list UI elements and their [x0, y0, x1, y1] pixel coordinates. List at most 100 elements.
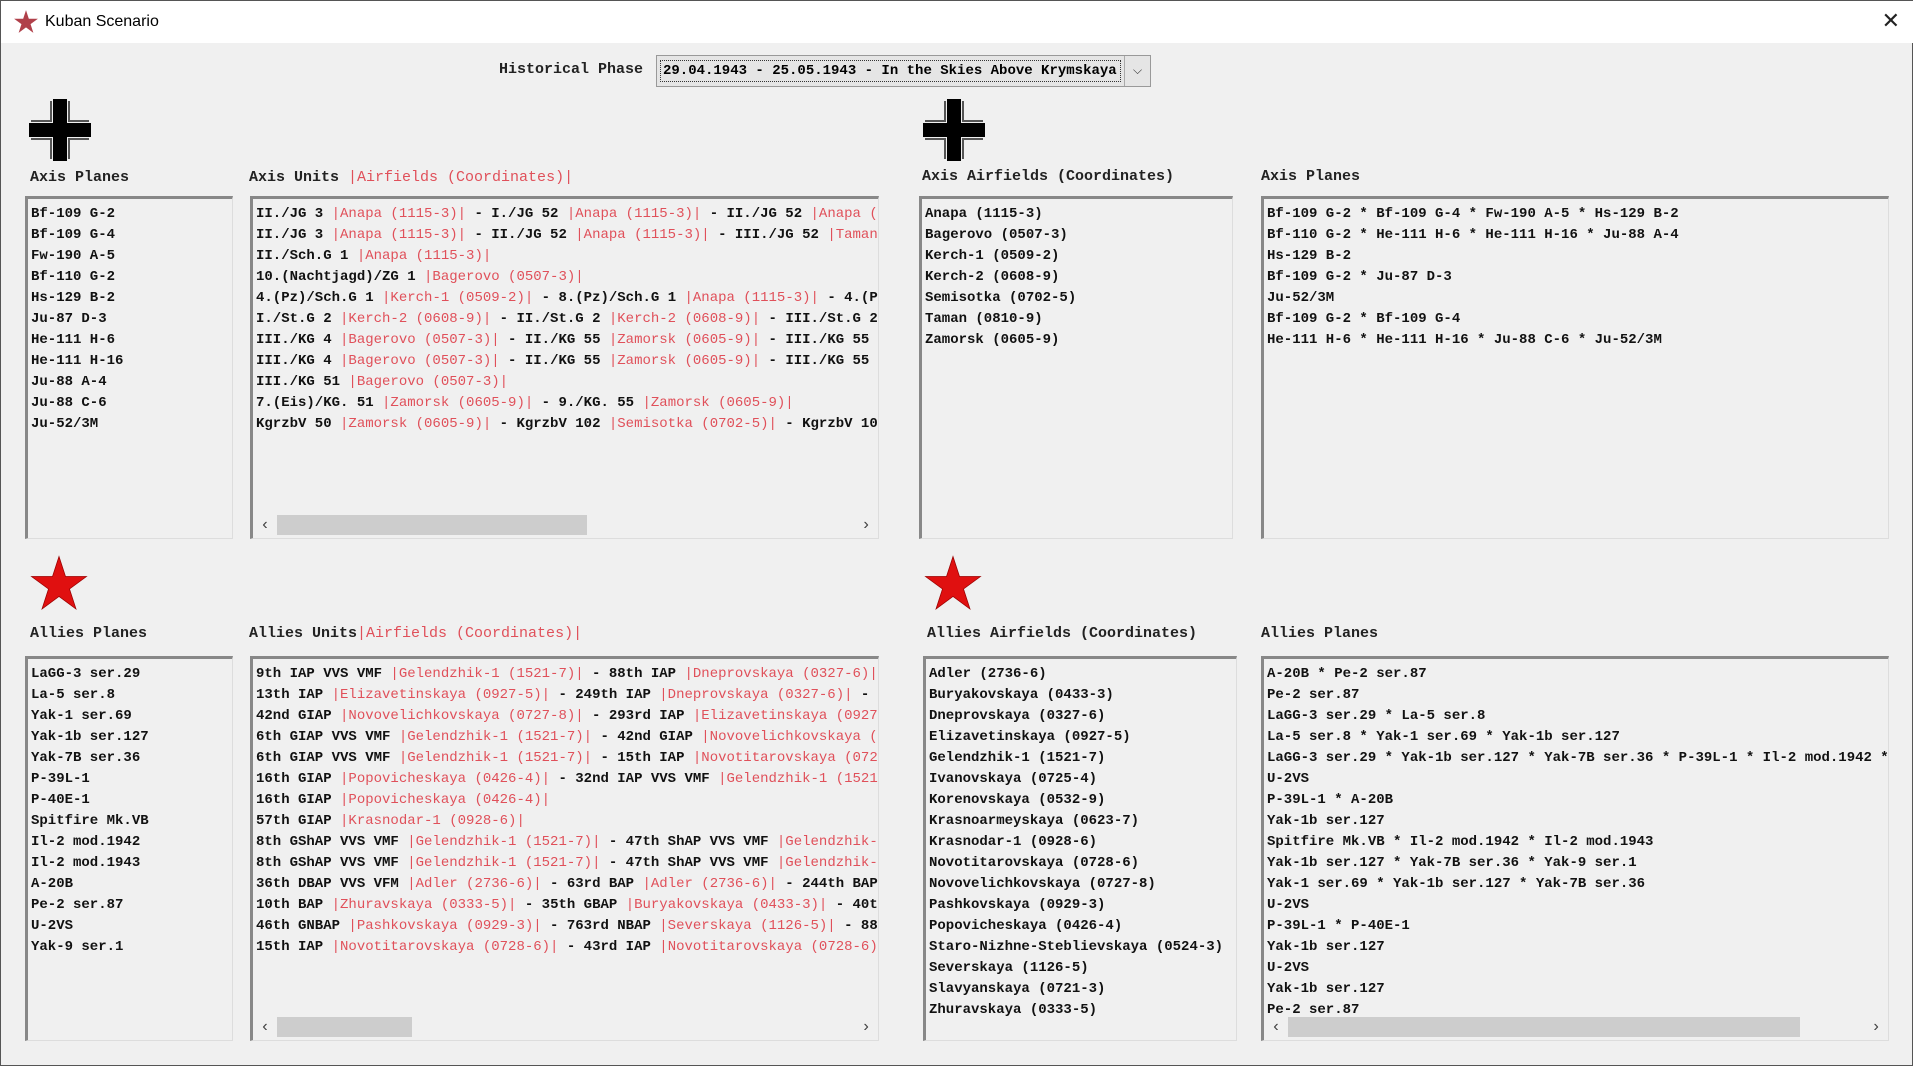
airfield-item[interactable]: Zamorsk (0605-9): [925, 330, 1232, 351]
scroll-thumb[interactable]: [277, 1017, 412, 1037]
unit-row[interactable]: 6th GIAP VVS VMF |Gelendzhik-1 (1521-7)|…: [256, 727, 878, 748]
unit-row[interactable]: 46th GNBAP |Pashkovskaya (0929-3)| - 763…: [256, 916, 878, 937]
unit-row[interactable]: 6th GIAP VVS VMF |Gelendzhik-1 (1521-7)|…: [256, 748, 878, 769]
airfield-planes-item[interactable]: Bf-109 G-2 * Bf-109 G-4 * Fw-190 A-5 * H…: [1267, 204, 1888, 225]
unit-row[interactable]: 8th GShAP VVS VMF |Gelendzhik-1 (1521-7)…: [256, 853, 878, 874]
close-button[interactable]: ✕: [1882, 9, 1900, 34]
airfield-item[interactable]: Slavyanskaya (0721-3): [929, 979, 1236, 1000]
scroll-left-button[interactable]: ‹: [253, 516, 277, 534]
unit-row[interactable]: II./JG 3 |Anapa (1115-3)| - II./JG 52 |A…: [256, 225, 878, 246]
plane-item[interactable]: Bf-110 G-2: [31, 267, 232, 288]
unit-row[interactable]: II./JG 3 |Anapa (1115-3)| - I./JG 52 |An…: [256, 204, 878, 225]
unit-row[interactable]: 16th GIAP |Popovicheskaya (0426-4)|: [256, 790, 878, 811]
airfield-planes-item[interactable]: A-20B * Pe-2 ser.87: [1267, 664, 1888, 685]
unit-row[interactable]: KgrzbV 50 |Zamorsk (0605-9)| - KgrzbV 10…: [256, 414, 878, 435]
plane-item[interactable]: Yak-1 ser.69: [31, 706, 232, 727]
airfield-item[interactable]: Krasnoarmeyskaya (0623-7): [929, 811, 1236, 832]
horizontal-scrollbar[interactable]: ‹ ›: [253, 512, 878, 538]
airfield-planes-item[interactable]: LaGG-3 ser.29 * Yak-1b ser.127 * Yak-7B …: [1267, 748, 1888, 769]
scroll-right-button[interactable]: ›: [854, 1018, 878, 1036]
unit-row[interactable]: 13th IAP |Elizavetinskaya (0927-5)| - 24…: [256, 685, 878, 706]
scroll-thumb[interactable]: [1288, 1017, 1800, 1037]
plane-item[interactable]: A-20B: [31, 874, 232, 895]
plane-item[interactable]: Hs-129 B-2: [31, 288, 232, 309]
allies-units-list[interactable]: 9th IAP VVS VMF |Gelendzhik-1 (1521-7)| …: [250, 656, 879, 1041]
plane-item[interactable]: Il-2 mod.1942: [31, 832, 232, 853]
airfield-planes-item[interactable]: LaGG-3 ser.29 * La-5 ser.8: [1267, 706, 1888, 727]
airfield-item[interactable]: Adler (2736-6): [929, 664, 1236, 685]
airfield-planes-item[interactable]: La-5 ser.8 * Yak-1 ser.69 * Yak-1b ser.1…: [1267, 727, 1888, 748]
airfield-planes-item[interactable]: Yak-1b ser.127: [1267, 937, 1888, 958]
plane-item[interactable]: Ju-87 D-3: [31, 309, 232, 330]
airfield-item[interactable]: Zhuravskaya (0333-5): [929, 1000, 1236, 1021]
plane-item[interactable]: Bf-109 G-2: [31, 204, 232, 225]
historical-phase-select[interactable]: 29.04.1943 - 25.05.1943 - In the Skies A…: [656, 55, 1151, 87]
plane-item[interactable]: P-39L-1: [31, 769, 232, 790]
unit-row[interactable]: 4.(Pz)/Sch.G 1 |Kerch-1 (0509-2)| - 8.(P…: [256, 288, 878, 309]
airfield-item[interactable]: Kerch-1 (0509-2): [925, 246, 1232, 267]
plane-item[interactable]: Ju-88 A-4: [31, 372, 232, 393]
unit-row[interactable]: 57th GIAP |Krasnodar-1 (0928-6)|: [256, 811, 878, 832]
airfield-planes-item[interactable]: Hs-129 B-2: [1267, 246, 1888, 267]
unit-row[interactable]: 10th BAP |Zhuravskaya (0333-5)| - 35th G…: [256, 895, 878, 916]
airfield-item[interactable]: Bagerovo (0507-3): [925, 225, 1232, 246]
airfield-item[interactable]: Kerch-2 (0608-9): [925, 267, 1232, 288]
airfield-planes-item[interactable]: P-39L-1 * P-40E-1: [1267, 916, 1888, 937]
airfield-item[interactable]: Krasnodar-1 (0928-6): [929, 832, 1236, 853]
plane-item[interactable]: He-111 H-16: [31, 351, 232, 372]
allies-planes-list[interactable]: LaGG-3 ser.29 La-5 ser.8 Yak-1 ser.69 Yak-1…: [25, 656, 233, 1041]
plane-item[interactable]: Fw-190 A-5: [31, 246, 232, 267]
plane-item[interactable]: Yak-9 ser.1: [31, 937, 232, 958]
horizontal-scrollbar[interactable]: ‹ ›: [1264, 1014, 1888, 1040]
plane-item[interactable]: Yak-1b ser.127: [31, 727, 232, 748]
chevron-down-icon[interactable]: ⌵: [1124, 56, 1150, 86]
airfield-planes-item[interactable]: U-2VS: [1267, 895, 1888, 916]
unit-row[interactable]: 15th IAP |Novotitarovskaya (0728-6)| - 4…: [256, 937, 878, 958]
unit-row[interactable]: 7.(Eis)/KG. 51 |Zamorsk (0605-9)| - 9./K…: [256, 393, 878, 414]
airfield-item[interactable]: Gelendzhik-1 (1521-7): [929, 748, 1236, 769]
airfield-item[interactable]: Staro-Nizhne-Steblievskaya (0524-3): [929, 937, 1236, 958]
plane-item[interactable]: P-40E-1: [31, 790, 232, 811]
airfield-item[interactable]: Ivanovskaya (0725-4): [929, 769, 1236, 790]
unit-row[interactable]: III./KG 4 |Bagerovo (0507-3)| - II./KG 5…: [256, 351, 878, 372]
airfield-item[interactable]: Popovicheskaya (0426-4): [929, 916, 1236, 937]
axis-units-list[interactable]: II./JG 3 |Anapa (1115-3)| - I./JG 52 |An…: [250, 196, 879, 539]
scroll-thumb[interactable]: [277, 515, 587, 535]
airfield-item[interactable]: Korenovskaya (0532-9): [929, 790, 1236, 811]
unit-row[interactable]: III./KG 51 |Bagerovo (0507-3)|: [256, 372, 878, 393]
airfield-planes-item[interactable]: Yak-1 ser.69 * Yak-1b ser.127 * Yak-7B s…: [1267, 874, 1888, 895]
airfield-item[interactable]: Buryakovskaya (0433-3): [929, 685, 1236, 706]
airfield-planes-item[interactable]: Bf-109 G-2 * Ju-87 D-3: [1267, 267, 1888, 288]
airfield-planes-item[interactable]: Bf-109 G-2 * Bf-109 G-4: [1267, 309, 1888, 330]
unit-row[interactable]: 9th IAP VVS VMF |Gelendzhik-1 (1521-7)| …: [256, 664, 878, 685]
scroll-right-button[interactable]: ›: [1864, 1018, 1888, 1036]
axis-airfields-list[interactable]: Anapa (1115-3) Bagerovo (0507-3) Kerch-1 (…: [919, 196, 1233, 539]
plane-item[interactable]: Ju-88 C-6: [31, 393, 232, 414]
plane-item[interactable]: Bf-109 G-4: [31, 225, 232, 246]
airfield-item[interactable]: Anapa (1115-3): [925, 204, 1232, 225]
allies-airfield-planes-list[interactable]: A-20B * Pe-2 ser.87 Pe-2 ser.87 LaGG-3 ser…: [1261, 656, 1889, 1041]
airfield-planes-item[interactable]: He-111 H-6 * He-111 H-16 * Ju-88 C-6 * J…: [1267, 330, 1888, 351]
plane-item[interactable]: Ju-52/3M: [31, 414, 232, 435]
unit-row[interactable]: 36th DBAP VVS VFM |Adler (2736-6)| - 63r…: [256, 874, 878, 895]
airfield-planes-item[interactable]: Ju-52/3M: [1267, 288, 1888, 309]
unit-row[interactable]: III./KG 4 |Bagerovo (0507-3)| - II./KG 5…: [256, 330, 878, 351]
airfield-item[interactable]: Novotitarovskaya (0728-6): [929, 853, 1236, 874]
plane-item[interactable]: Pe-2 ser.87: [31, 895, 232, 916]
axis-planes-list[interactable]: Bf-109 G-2 Bf-109 G-4 Fw-190 A-5 Bf-110 G-2…: [25, 196, 233, 539]
airfield-item[interactable]: Elizavetinskaya (0927-5): [929, 727, 1236, 748]
plane-item[interactable]: He-111 H-6: [31, 330, 232, 351]
airfield-planes-item[interactable]: U-2VS: [1267, 958, 1888, 979]
scroll-left-button[interactable]: ‹: [253, 1018, 277, 1036]
plane-item[interactable]: Yak-7B ser.36: [31, 748, 232, 769]
allies-airfields-list[interactable]: Adler (2736-6) Buryakovskaya (0433-3) Dnep…: [923, 656, 1237, 1041]
unit-row[interactable]: 10.(Nachtjagd)/ZG 1 |Bagerovo (0507-3)|: [256, 267, 878, 288]
airfield-planes-item[interactable]: Yak-1b ser.127: [1267, 979, 1888, 1000]
scroll-right-button[interactable]: ›: [854, 516, 878, 534]
unit-row[interactable]: 8th GShAP VVS VMF |Gelendzhik-1 (1521-7)…: [256, 832, 878, 853]
airfield-planes-item[interactable]: Bf-110 G-2 * He-111 H-6 * He-111 H-16 * …: [1267, 225, 1888, 246]
plane-item[interactable]: La-5 ser.8: [31, 685, 232, 706]
unit-row[interactable]: 42nd GIAP |Novovelichkovskaya (0727-8)| …: [256, 706, 878, 727]
plane-item[interactable]: Il-2 mod.1943: [31, 853, 232, 874]
airfield-item[interactable]: Semisotka (0702-5): [925, 288, 1232, 309]
